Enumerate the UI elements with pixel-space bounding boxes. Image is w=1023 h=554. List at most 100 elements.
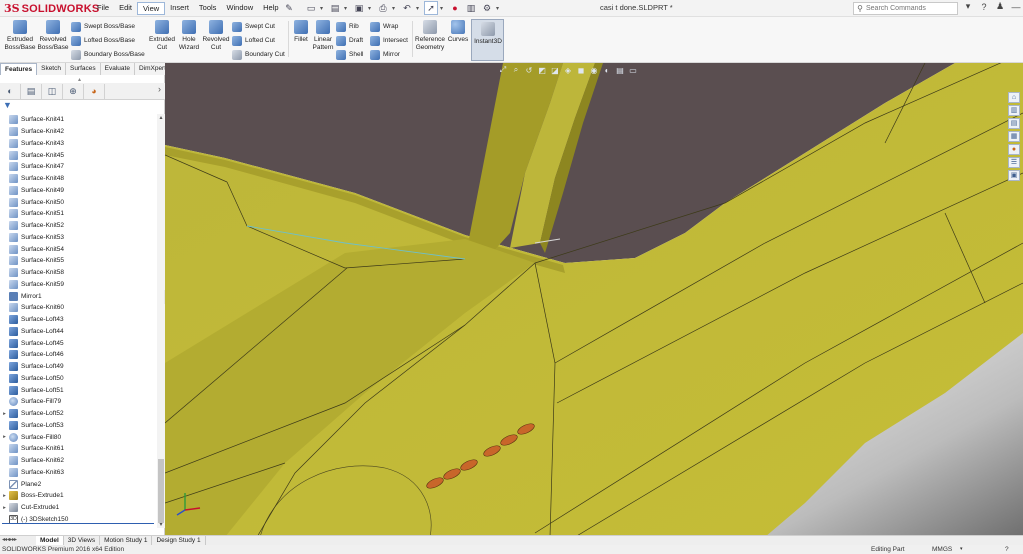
- expand-arrow-icon[interactable]: ▸: [0, 505, 9, 511]
- help-icon[interactable]: ?: [978, 2, 990, 12]
- tree-item[interactable]: Surface-Knit55: [0, 255, 157, 267]
- file-explorer-icon[interactable]: ▤: [1008, 118, 1020, 129]
- tree-item[interactable]: Surface-Knit53: [0, 232, 157, 244]
- expand-arrow-icon[interactable]: ▸: [0, 411, 9, 417]
- new-dropdown-icon[interactable]: ▾: [320, 1, 326, 15]
- tree-item[interactable]: Surface-Knit52: [0, 220, 157, 232]
- tree-item[interactable]: Surface-Fill79: [0, 396, 157, 408]
- menu-view[interactable]: View: [137, 2, 166, 15]
- tree-item[interactable]: ▸ Cut-Extrude1: [0, 502, 157, 514]
- mirror-button[interactable]: Mirror: [370, 49, 400, 60]
- options-gear-icon[interactable]: ⚙: [480, 1, 494, 15]
- tree-item[interactable]: Surface-Knit60: [0, 302, 157, 314]
- display-style-icon[interactable]: ◼: [576, 66, 586, 75]
- model-view[interactable]: [165, 63, 1023, 537]
- tree-item[interactable]: Surface-Knit50: [0, 196, 157, 208]
- revolved-boss-button[interactable]: Revolved Boss/Base: [37, 20, 69, 51]
- new-document-icon[interactable]: ▭: [304, 1, 318, 15]
- tree-item[interactable]: Surface-Knit63: [0, 467, 157, 479]
- tree-item[interactable]: Surface-Knit42: [0, 126, 157, 138]
- tab-surfaces[interactable]: Surfaces: [66, 63, 101, 75]
- wrap-button[interactable]: Wrap: [370, 21, 398, 32]
- menu-file[interactable]: File: [92, 2, 114, 15]
- display-manager-tab-icon[interactable]: ◕: [84, 83, 105, 99]
- tree-item[interactable]: Surface-Loft53: [0, 420, 157, 432]
- rollback-bar[interactable]: [2, 523, 154, 524]
- lofted-cut-button[interactable]: Lofted Cut: [232, 35, 275, 46]
- open-dropdown-icon[interactable]: ▾: [344, 1, 350, 15]
- tree-item[interactable]: Surface-Knit62: [0, 455, 157, 467]
- scroll-thumb[interactable]: [158, 459, 164, 523]
- tab-sketch[interactable]: Sketch: [37, 63, 66, 75]
- options-dropdown-icon[interactable]: ▾: [496, 1, 502, 15]
- filter-icon[interactable]: ▼: [3, 100, 12, 110]
- shell-button[interactable]: Shell: [336, 49, 363, 60]
- zoom-to-fit-icon[interactable]: ⤢: [498, 65, 508, 75]
- scroll-up-icon[interactable]: ▴: [157, 114, 165, 121]
- menu-tools[interactable]: Tools: [194, 2, 222, 15]
- view-orientation-icon[interactable]: ◈: [563, 66, 573, 75]
- search-commands-box[interactable]: ⚲: [853, 2, 958, 15]
- menu-edit[interactable]: Edit: [114, 2, 137, 15]
- reference-geometry-button[interactable]: Reference Geometry: [414, 20, 446, 51]
- menu-help[interactable]: Help: [258, 2, 283, 15]
- solidworks-logo[interactable]: 3S SOLIDWORKS: [4, 1, 99, 16]
- boundary-boss-button[interactable]: Boundary Boss/Base: [71, 49, 145, 60]
- save-icon[interactable]: ▣: [352, 1, 366, 15]
- tree-item[interactable]: ▸ Boss-Extrude1: [0, 490, 157, 502]
- tree-item[interactable]: Surface-Knit41: [0, 114, 157, 126]
- print-dropdown-icon[interactable]: ▾: [392, 1, 398, 15]
- print-icon[interactable]: ⎙: [376, 1, 390, 15]
- open-icon[interactable]: ▤: [328, 1, 342, 15]
- tree-item[interactable]: Surface-Knit47: [0, 161, 157, 173]
- appearances-icon[interactable]: ●: [1008, 144, 1020, 155]
- tree-item[interactable]: Surface-Loft45: [0, 337, 157, 349]
- swept-cut-button[interactable]: Swept Cut: [232, 21, 275, 32]
- search-input[interactable]: [866, 3, 946, 14]
- tree-scrollbar[interactable]: ▴ ▾: [157, 114, 165, 528]
- tree-item[interactable]: Surface-Knit45: [0, 149, 157, 161]
- apply-scene-icon[interactable]: ▤: [615, 66, 625, 75]
- custom-properties-icon[interactable]: ☰: [1008, 157, 1020, 168]
- view-settings-icon[interactable]: ▭: [628, 66, 638, 75]
- tree-item[interactable]: Mirror1: [0, 290, 157, 302]
- panel-expand-chevron-icon[interactable]: ›: [158, 84, 161, 94]
- tree-item[interactable]: Surface-Loft43: [0, 314, 157, 326]
- scroll-down-icon[interactable]: ▾: [157, 521, 165, 528]
- linear-pattern-button[interactable]: Linear Pattern: [311, 20, 335, 51]
- extruded-cut-button[interactable]: Extruded Cut: [148, 20, 176, 51]
- dimxpert-manager-tab-icon[interactable]: ⊕: [63, 83, 84, 99]
- tree-item[interactable]: ▸ Surface-Fill80: [0, 431, 157, 443]
- extruded-boss-button[interactable]: Extruded Boss/Base: [4, 20, 36, 51]
- tree-item[interactable]: Surface-Loft46: [0, 349, 157, 361]
- save-dropdown-icon[interactable]: ▾: [368, 1, 374, 15]
- tree-item[interactable]: Surface-Knit51: [0, 208, 157, 220]
- feature-manager-tab-icon[interactable]: ◐: [0, 83, 21, 99]
- revolved-cut-button[interactable]: Revolved Cut: [202, 20, 230, 51]
- unit-system-selector[interactable]: MMGS: [932, 545, 952, 554]
- tree-item[interactable]: Surface-Knit59: [0, 279, 157, 291]
- tree-item[interactable]: Surface-Knit54: [0, 243, 157, 255]
- curves-button[interactable]: Curves: [447, 20, 469, 44]
- lofted-boss-button[interactable]: Lofted Boss/Base: [71, 35, 135, 46]
- graphics-viewport[interactable]: ⤢ ⌕ ↺ ◩ ◪ ◈ ◼ ◉ ◐ ▤ ▭: [165, 63, 1023, 537]
- status-help-icon[interactable]: ?: [1005, 545, 1009, 554]
- tree-item[interactable]: Surface-Loft44: [0, 326, 157, 338]
- tree-item[interactable]: Surface-Loft49: [0, 361, 157, 373]
- edit-appearance-icon[interactable]: ◐: [602, 66, 612, 75]
- section-view-icon[interactable]: ◩: [537, 66, 547, 75]
- fillet-button[interactable]: Fillet: [290, 20, 312, 44]
- tree-item[interactable]: Surface-Knit43: [0, 138, 157, 150]
- expand-arrow-icon[interactable]: ▸: [0, 493, 9, 499]
- tree-item[interactable]: Surface-Knit49: [0, 185, 157, 197]
- undo-dropdown-icon[interactable]: ▾: [416, 1, 422, 15]
- pin-icon[interactable]: ✎: [282, 1, 296, 15]
- minimize-button[interactable]: —: [1010, 2, 1022, 12]
- draft-button[interactable]: Draft: [336, 35, 363, 46]
- instant3d-button[interactable]: Instant3D: [471, 19, 504, 61]
- rebuild-icon[interactable]: ●: [448, 1, 462, 15]
- hide-show-items-icon[interactable]: ◉: [589, 66, 599, 75]
- tree-item[interactable]: Surface-Knit48: [0, 173, 157, 185]
- swept-boss-button[interactable]: Swept Boss/Base: [71, 21, 135, 32]
- tree-item[interactable]: Surface-Loft50: [0, 373, 157, 385]
